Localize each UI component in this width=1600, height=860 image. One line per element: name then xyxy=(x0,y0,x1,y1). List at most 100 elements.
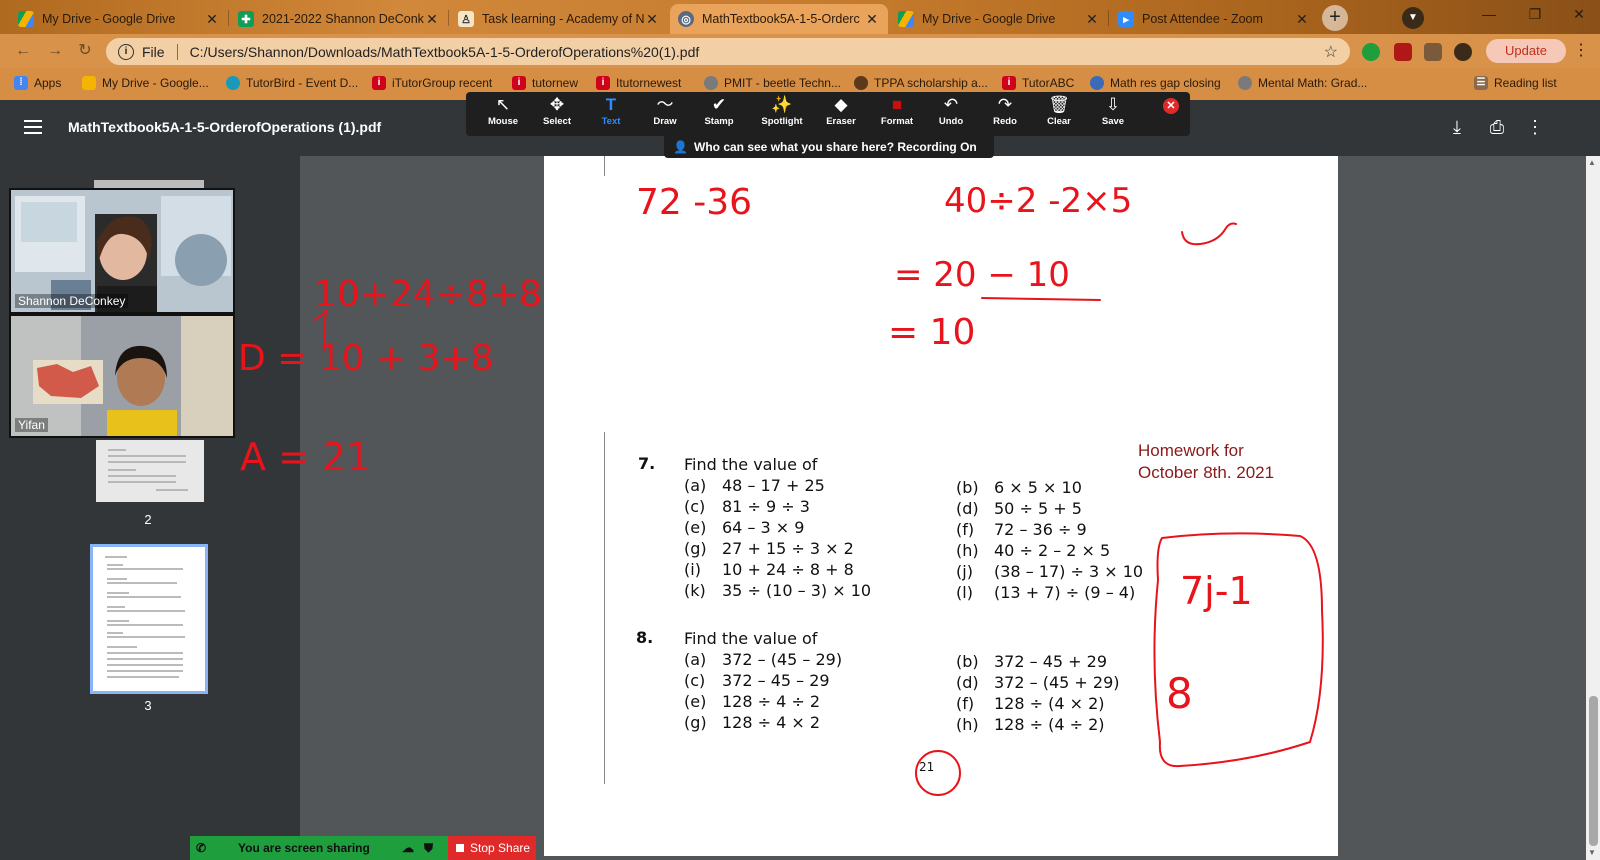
tool-redo[interactable]: ↷ Redo xyxy=(978,94,1032,134)
google-drive-icon xyxy=(898,11,914,27)
vertical-scrollbar[interactable]: ▲ ▼ xyxy=(1586,156,1600,860)
bookmark-reading-list[interactable]: ☰ Reading list xyxy=(1474,76,1557,90)
tool-clear[interactable]: 🗑 Clear xyxy=(1032,94,1086,134)
video-tile-yifan[interactable]: Yifan xyxy=(9,314,235,438)
video-tile-shannon[interactable]: Shannon DeConkey xyxy=(9,188,235,314)
recording-notice[interactable]: 👤 Who can see what you share here? Recor… xyxy=(664,136,994,158)
exercise-expression: (38 – 17) ÷ 3 × 10 xyxy=(994,562,1144,581)
tab-sheets[interactable]: ✚ 2021-2022 Shannon DeConke ✕ xyxy=(230,4,448,34)
tab-my-drive[interactable]: My Drive - Google Drive ✕ xyxy=(10,4,228,34)
tool-mouse[interactable]: ↖ Mouse xyxy=(476,94,530,134)
bookmark-tutorbird[interactable]: TutorBird - Event D... xyxy=(226,76,358,90)
address-bar[interactable]: i File C:/Users/Shannon/Downloads/MathTe… xyxy=(106,38,1350,65)
scrollbar-thumb[interactable] xyxy=(1589,696,1598,846)
scroll-up-icon[interactable]: ▲ xyxy=(1588,158,1596,167)
undo-icon: ↶ xyxy=(943,95,959,114)
back-arrow-icon[interactable]: ← xyxy=(14,42,32,60)
print-icon[interactable]: ⎙ xyxy=(1486,116,1508,138)
academy-icon: ♙ xyxy=(458,11,474,27)
homework-note: Homework for October 8th. 2021 xyxy=(1138,441,1275,482)
window-close-icon[interactable]: ✕ xyxy=(1556,0,1600,30)
tool-eraser[interactable]: ◆ Eraser xyxy=(814,94,868,134)
close-icon[interactable]: ✕ xyxy=(1084,11,1100,28)
ublock-icon[interactable] xyxy=(1394,43,1412,61)
close-annotation-icon[interactable]: ✕ xyxy=(1163,98,1179,114)
exercise-expression: 10 + 24 ÷ 8 + 8 xyxy=(722,560,854,579)
exercise-label: (g) xyxy=(684,539,707,558)
close-icon[interactable]: ✕ xyxy=(644,11,660,28)
page-thumbnail-2[interactable] xyxy=(96,440,204,502)
participant-name: Shannon DeConkey xyxy=(15,294,129,308)
star-icon[interactable]: ☆ xyxy=(1324,42,1338,62)
exercise-label: (f) xyxy=(956,520,975,539)
address-url[interactable]: C:/Users/Shannon/Downloads/MathTextbook5… xyxy=(190,44,700,60)
menu-icon[interactable] xyxy=(24,120,42,134)
more-vertical-icon[interactable]: ⋮ xyxy=(1572,42,1590,60)
spotlight-wand-icon: ✨ xyxy=(771,95,793,114)
screen-sharing-bar[interactable]: ✆ You are screen sharing ☁ ⛊ xyxy=(190,836,448,860)
bookmark-apps[interactable]: ⁞ Apps xyxy=(14,76,61,90)
text-icon: T xyxy=(605,95,617,114)
page-thumbnail-1[interactable] xyxy=(94,180,204,188)
tab-task-learning[interactable]: ♙ Task learning - Academy of N ✕ xyxy=(450,4,668,34)
avatar[interactable] xyxy=(1454,43,1472,61)
person-shield-icon: 👤 xyxy=(673,140,688,154)
exercise-label: (a) xyxy=(684,650,707,669)
close-icon[interactable]: ✕ xyxy=(424,11,440,28)
exercise-label: (b) xyxy=(956,652,979,671)
page-scan-edge xyxy=(604,432,605,784)
bookmark-math-res[interactable]: Math res gap closing xyxy=(1090,76,1221,90)
download-icon[interactable]: ⤓ xyxy=(1446,116,1468,138)
bookmark-itutornewest[interactable]: i Itutornewest xyxy=(596,76,681,90)
stop-share-button[interactable]: Stop Share xyxy=(448,836,536,860)
tool-undo[interactable]: ↶ Undo xyxy=(924,94,978,134)
close-icon[interactable]: ✕ xyxy=(1294,11,1310,28)
bookmark-mental-math[interactable]: Mental Math: Grad... xyxy=(1238,76,1367,90)
tab-my-drive-2[interactable]: My Drive - Google Drive ✕ xyxy=(890,4,1108,34)
bookmark-pmit[interactable]: PMIT - beetle Techn... xyxy=(704,76,841,90)
scroll-down-icon[interactable]: ▼ xyxy=(1588,848,1596,857)
restore-icon[interactable]: ❐ xyxy=(1512,0,1558,30)
exercise-expression: 372 – (45 + 29) xyxy=(994,673,1120,692)
globe-icon xyxy=(1238,76,1252,90)
apps-grid-icon: ⁞ xyxy=(14,76,28,90)
update-button[interactable]: Update xyxy=(1486,39,1566,63)
bookmark-tppa[interactable]: TPPA scholarship a... xyxy=(854,76,988,90)
tool-spotlight[interactable]: ✨ Spotlight xyxy=(752,94,812,134)
info-icon[interactable]: i xyxy=(118,43,134,60)
mouse-pointer-icon: ↖ xyxy=(495,95,511,114)
exercise-expression: 372 – 45 + 29 xyxy=(994,652,1108,671)
puzzle-icon[interactable] xyxy=(1424,43,1442,61)
tab-math-textbook[interactable]: ◎ MathTextbook5A-1-5-Orderc ✕ xyxy=(670,4,888,34)
close-icon[interactable]: ✕ xyxy=(204,11,220,28)
tool-stamp[interactable]: ✔ Stamp xyxy=(692,94,746,134)
reload-icon[interactable]: ↻ xyxy=(76,42,94,60)
new-tab-button[interactable]: + xyxy=(1322,5,1348,31)
itutor-icon: i xyxy=(1002,76,1016,90)
itutor-icon: i xyxy=(372,76,386,90)
tool-save[interactable]: ⇩ Save xyxy=(1086,94,1140,134)
bookmark-tutorabc[interactable]: i TutorABC xyxy=(1002,76,1074,90)
tab-separator xyxy=(1108,10,1109,26)
tool-select[interactable]: ✥ Select xyxy=(530,94,584,134)
google-drive-icon xyxy=(18,11,34,27)
exercise-label: (e) xyxy=(684,518,707,537)
tool-format[interactable]: ■ Format xyxy=(870,94,924,134)
chevron-down-icon[interactable]: ▼ xyxy=(1402,7,1424,29)
more-vertical-icon[interactable]: ⋮ xyxy=(1524,116,1546,138)
exercise-label: (h) xyxy=(956,715,979,734)
bookmark-tutornew[interactable]: i tutornew xyxy=(512,76,578,90)
tool-draw[interactable]: 〜 Draw xyxy=(638,94,692,134)
tab-zoom[interactable]: ▸ Post Attendee - Zoom ✕ xyxy=(1110,4,1318,34)
bookmark-my-drive[interactable]: My Drive - Google... xyxy=(82,76,209,90)
google-sheets-icon: ✚ xyxy=(238,11,254,27)
minimize-icon[interactable]: — xyxy=(1466,0,1512,30)
exercise-expression: 128 ÷ (4 × 2) xyxy=(994,694,1105,713)
extension-green-icon[interactable] xyxy=(1362,43,1380,61)
close-icon[interactable]: ✕ xyxy=(864,11,880,28)
forward-arrow-icon[interactable]: → xyxy=(46,42,64,60)
page-thumbnail-3[interactable] xyxy=(90,544,208,694)
tool-text[interactable]: T Text xyxy=(584,94,638,134)
exercise-label: (g) xyxy=(684,713,707,732)
bookmark-itutorgroup[interactable]: i iTutorGroup recent xyxy=(372,76,492,90)
